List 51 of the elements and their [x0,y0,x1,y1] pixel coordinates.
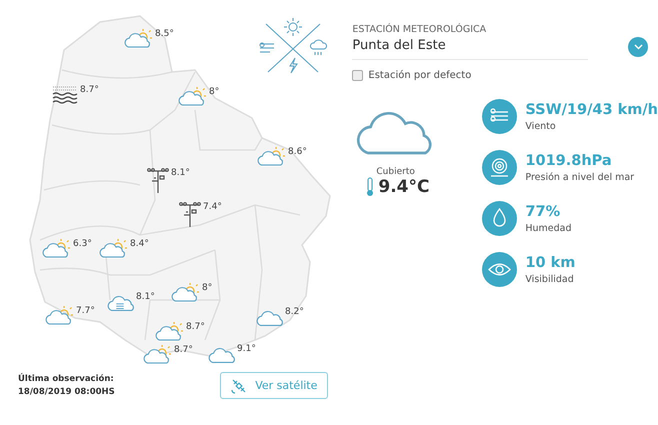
temperature-label: 8° [202,283,212,293]
temperature-label: 8.6° [288,147,307,157]
default-station-label: Estación por defecto [368,70,472,81]
stat-value: 77% [525,204,562,220]
temperature-label: 7.4° [203,202,222,212]
temperature-label: 9.1° [237,344,256,354]
station-label: ESTACIÓN METEOROLÓGICA [352,24,488,35]
partly-cloudy-icon [41,238,71,260]
temperature-label: 8.7° [186,322,205,332]
last-observation-label: Última observación: [18,374,115,384]
partly-cloudy-icon [98,238,128,260]
temperature-label: 8° [209,87,220,97]
partly-cloudy-icon [154,321,184,343]
temperature-label: 8.7° [174,345,193,355]
stat-label: Presión a nivel del mar [525,172,634,182]
temperature-label: 8.5° [155,29,174,39]
temperature-label: 6.3° [73,239,92,249]
temperature-label: 8.1° [136,292,155,302]
temperature-label: 8.2° [285,307,304,317]
chevron-down-icon [634,44,643,50]
satellite-icon [231,378,248,394]
temperature-label: 8.4° [130,239,149,249]
stat-value: 10 km [525,254,576,270]
partly-cloudy-icon [170,282,200,304]
partly-cloudy-icon [123,28,153,50]
stat-label: Humedad [525,222,572,234]
temperature-label: 8.1° [171,168,190,178]
fog-icon [52,84,78,104]
partly-cloudy-icon [177,86,207,108]
station-name[interactable]: Punta del Este [352,35,446,59]
weather-station-icon [179,201,201,227]
thermometer-icon [366,177,374,197]
pressure-gauge-icon [482,150,518,185]
partly-cloudy-icon [256,146,286,168]
water-drop-icon [482,201,518,236]
last-observation-time: 18/08/2019 08:00HS [18,387,115,397]
temperature-label: 8.7° [80,85,99,95]
condition-label: Cubierto [376,167,415,177]
stat-label: Viento [525,120,557,132]
stat-value: SSW/19/43 km/h [525,102,658,118]
stat-value: 1019.8hPa [525,152,613,168]
dropdown-button[interactable] [628,37,648,57]
eye-icon [482,252,518,287]
weather-station-icon [147,167,169,193]
wind-icon [482,99,518,134]
stat-label: Visibilidad [525,274,575,284]
temperature-label: 7.7° [76,306,95,316]
default-station-checkbox[interactable] [352,70,364,81]
partly-cloudy-icon [142,344,172,366]
current-temperature: 9.4°C [378,177,430,197]
partly-cloudy-icon [44,305,74,327]
